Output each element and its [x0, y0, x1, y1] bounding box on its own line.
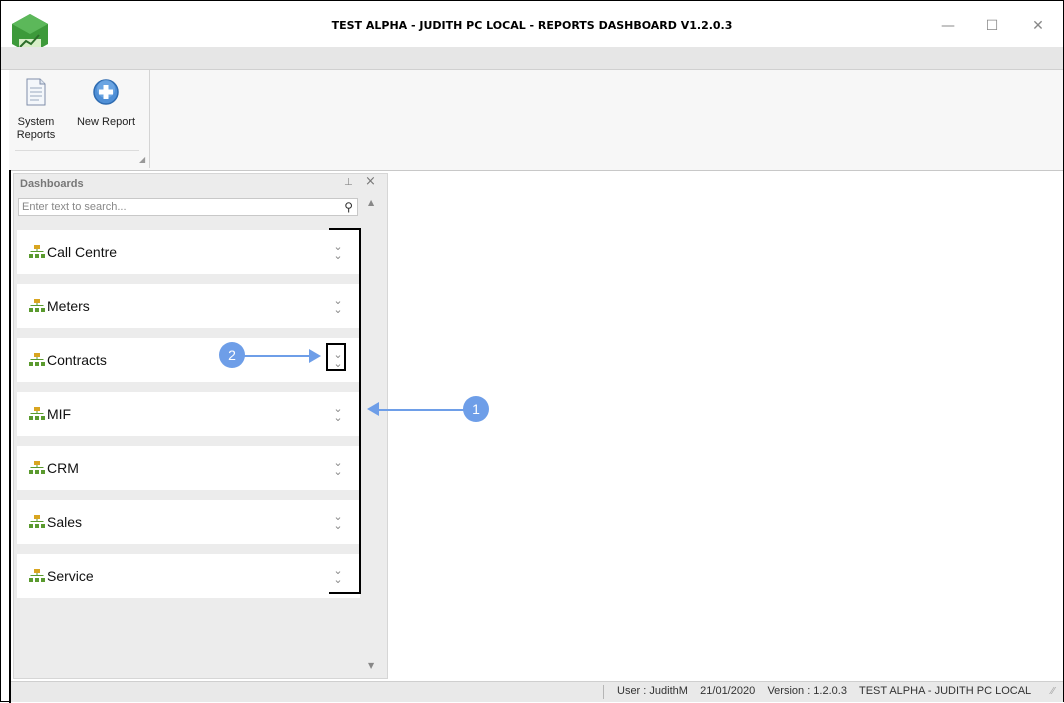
status-connection: TEST ALPHA - JUDITH PC LOCAL	[858, 685, 1032, 697]
org-chart-icon	[29, 514, 45, 528]
dashboard-item-service[interactable]: Service ⌄ ⌄	[17, 554, 360, 598]
search-input[interactable]: Enter text to search... ⚲	[18, 198, 358, 216]
dashboard-item-label: MIF	[47, 406, 72, 422]
org-chart-icon	[29, 568, 45, 582]
status-separator	[603, 685, 604, 699]
maximize-icon[interactable]: ☐	[981, 15, 1003, 37]
minimize-icon[interactable]: —	[937, 15, 959, 37]
scroll-down-icon[interactable]: ▼	[368, 661, 374, 670]
system-reports-label-line1: System	[17, 116, 55, 128]
annotation-arrow-1	[379, 409, 469, 411]
org-chart-icon	[29, 406, 45, 420]
dashboard-item-label: Sales	[47, 514, 83, 530]
status-user: User : JudithM	[617, 685, 688, 697]
new-report-label: New Report	[76, 116, 136, 128]
window-edge-line	[9, 170, 11, 703]
document-icon	[25, 78, 47, 109]
search-placeholder: Enter text to search...	[22, 201, 127, 213]
ribbon-tab-strip	[1, 47, 1063, 70]
annotation-arrowhead-1	[367, 402, 379, 416]
title-bar: TEST ALPHA - JUDITH PC LOCAL - REPORTS D…	[1, 1, 1063, 54]
pin-icon[interactable]: ⊥	[344, 177, 353, 188]
ribbon: System Reports New Report ◢	[9, 70, 1063, 171]
annotation-bracket	[329, 228, 361, 594]
system-reports-button[interactable]: System Reports	[13, 78, 59, 142]
dashboard-item-label: Service	[47, 568, 94, 584]
callout-badge-2: 2	[219, 342, 245, 368]
dashboard-item-label: Meters	[47, 298, 90, 314]
dashboard-item-crm[interactable]: CRM ⌄ ⌄	[17, 446, 360, 490]
dashboard-item-label: Call Centre	[47, 244, 118, 260]
status-date: 21/01/2020	[700, 685, 756, 697]
ribbon-group-reports: System Reports New Report ◢	[9, 70, 150, 168]
group-launcher-icon[interactable]: ◢	[139, 155, 145, 164]
org-chart-icon	[29, 460, 45, 474]
resize-grip-icon[interactable]: ⁄⁄	[1051, 686, 1054, 697]
org-chart-icon	[29, 298, 45, 312]
panel-close-icon[interactable]: ×	[365, 174, 376, 189]
dashboard-item-label: Contracts	[47, 352, 107, 368]
panel-title: Dashboards	[20, 178, 84, 190]
org-chart-icon	[29, 244, 45, 258]
org-chart-icon	[29, 352, 45, 366]
annotation-highlight-box	[326, 343, 346, 371]
dashboard-item-call-centre[interactable]: Call Centre ⌄ ⌄	[17, 230, 360, 274]
ribbon-group-divider	[15, 150, 139, 151]
status-version: Version : 1.2.0.3	[767, 685, 847, 697]
dashboard-item-sales[interactable]: Sales ⌄ ⌄	[17, 500, 360, 544]
window-title: TEST ALPHA - JUDITH PC LOCAL - REPORTS D…	[331, 19, 733, 32]
close-icon[interactable]: ✕	[1027, 15, 1049, 37]
annotation-arrow-2	[243, 355, 313, 357]
plus-circle-icon	[92, 79, 120, 109]
scroll-up-icon[interactable]: ▲	[368, 198, 374, 207]
dashboard-item-mif[interactable]: MIF ⌄ ⌄	[17, 392, 360, 436]
dashboard-item-meters[interactable]: Meters ⌄ ⌄	[17, 284, 360, 328]
callout-badge-1: 1	[463, 396, 489, 422]
app-window: TEST ALPHA - JUDITH PC LOCAL - REPORTS D…	[0, 0, 1064, 703]
panel-scrollbar[interactable]: ▲ ▼	[366, 196, 382, 674]
system-reports-label-line2: Reports	[16, 129, 56, 141]
annotation-arrowhead-2	[309, 349, 321, 363]
status-bar: User : JudithM 21/01/2020 Version : 1.2.…	[11, 681, 1063, 702]
search-icon[interactable]: ⚲	[344, 199, 353, 215]
status-text: User : JudithM 21/01/2020 Version : 1.2.…	[617, 685, 1031, 697]
dashboard-item-label: CRM	[47, 460, 79, 476]
new-report-button[interactable]: New Report	[71, 78, 141, 129]
